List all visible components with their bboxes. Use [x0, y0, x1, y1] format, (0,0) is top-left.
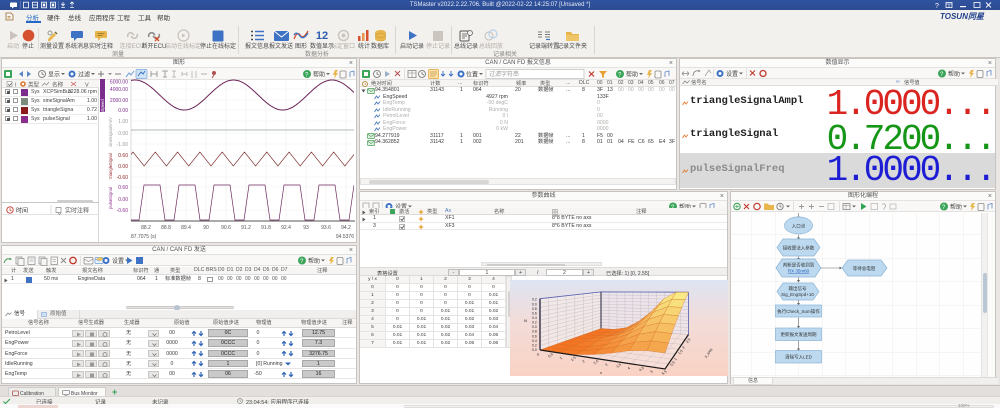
svg-text:92.4: 92.4	[281, 225, 291, 231]
svg-text:0.4: 0.4	[532, 316, 537, 320]
svg-text:94.5376: 94.5376	[336, 234, 354, 240]
svg-text:名称: 名称	[52, 81, 64, 89]
svg-text:91.8: 91.8	[261, 225, 271, 231]
svg-text:-0.60: -0.60	[117, 208, 129, 214]
svg-text:清除写入LED: 清除写入LED	[785, 354, 813, 361]
svg-text:设置: 设置	[112, 257, 124, 265]
svg-text:0.0: 0.0	[532, 325, 537, 329]
svg-text:更新报文发送周期: 更新报文发送周期	[781, 331, 817, 338]
svg-text:显示: 显示	[48, 72, 60, 79]
svg-text:88.8: 88.8	[161, 225, 171, 231]
svg-text:位置: 位置	[466, 71, 478, 79]
svg-text:91.2: 91.2	[241, 225, 251, 231]
svg-text:93: 93	[303, 225, 309, 231]
svg-text:x: x	[600, 370, 602, 375]
svg-text:0.4: 0.4	[532, 339, 537, 343]
svg-text:设置: 设置	[726, 70, 738, 78]
svg-text:0.00: 0.00	[118, 131, 128, 137]
svg-text:帮助: 帮助	[313, 71, 325, 79]
svg-text:过滤: 过滤	[78, 71, 90, 79]
svg-text:90.6: 90.6	[221, 225, 231, 231]
svg-text:帮助: 帮助	[308, 257, 320, 265]
svg-text:等待总电阻: 等待总电阻	[853, 265, 876, 272]
svg-text:EngSpeed: EngSpeed	[100, 99, 105, 119]
svg-text:0.00: 0.00	[118, 164, 128, 170]
svg-text:94.2: 94.2	[341, 225, 351, 231]
svg-text:sineSignalAm/V: sineSignalAm/V	[108, 117, 113, 147]
svg-text:2000.00: 2000.00	[110, 98, 128, 104]
svg-text:接收算法入参数: 接收算法入参数	[783, 245, 815, 252]
svg-text:RX 35m60: RX 35m60	[788, 269, 810, 274]
svg-text:帮助: 帮助	[626, 71, 638, 79]
svg-text:0.0: 0.0	[532, 302, 537, 306]
svg-text:90: 90	[203, 225, 209, 231]
svg-text:87.7075 (s): 87.7075 (s)	[131, 234, 157, 240]
svg-text:0.6: 0.6	[532, 334, 537, 338]
svg-text:0.2: 0.2	[532, 321, 537, 325]
svg-text:Sig_EngSpd+10: Sig_EngSpd+10	[781, 292, 814, 297]
svg-text:88.2: 88.2	[141, 225, 151, 231]
svg-text:0.60: 0.60	[118, 185, 128, 191]
svg-text:0.8: 0.8	[532, 307, 537, 311]
svg-text:0.60: 0.60	[118, 153, 128, 159]
svg-text:?: ?	[935, 3, 939, 9]
svg-text:输出信号: 输出信号	[789, 285, 807, 292]
svg-text:triangleSignal: triangleSignal	[108, 153, 113, 178]
svg-text:帮助: 帮助	[948, 70, 960, 78]
svg-text:-1.00: -1.00	[117, 142, 129, 148]
svg-text:93.6: 93.6	[321, 225, 331, 231]
svg-text:类型: 类型	[28, 81, 40, 89]
svg-text:89.4: 89.4	[181, 225, 191, 231]
svg-text:执行Check_Sum操作: 执行Check_Sum操作	[777, 308, 820, 315]
svg-text:1.00: 1.00	[118, 119, 128, 125]
svg-text:实时注释: 实时注释	[65, 207, 89, 215]
svg-text:-0.60: -0.60	[117, 175, 129, 181]
svg-text:过滤字符串: 过滤字符串	[489, 70, 519, 78]
svg-text:N: N	[524, 318, 527, 323]
svg-text:0.2: 0.2	[532, 343, 537, 347]
svg-text:时间: 时间	[16, 207, 28, 215]
svg-text:0.0: 0.0	[532, 348, 537, 352]
svg-text:帮助: 帮助	[950, 203, 962, 211]
svg-text:4000.00: 4000.00	[110, 87, 128, 93]
svg-text:0.8: 0.8	[532, 330, 537, 334]
svg-text:0.00: 0.00	[118, 197, 128, 203]
svg-text:0.6: 0.6	[532, 311, 537, 315]
svg-text:判断是否收到到: 判断是否收到到	[783, 262, 815, 269]
svg-text:0.2: 0.2	[532, 298, 537, 302]
svg-text:0.00: 0.00	[118, 108, 128, 114]
svg-text:6000.00: 6000.00	[110, 80, 128, 86]
svg-text:pulseSignal: pulseSignal	[108, 187, 113, 209]
